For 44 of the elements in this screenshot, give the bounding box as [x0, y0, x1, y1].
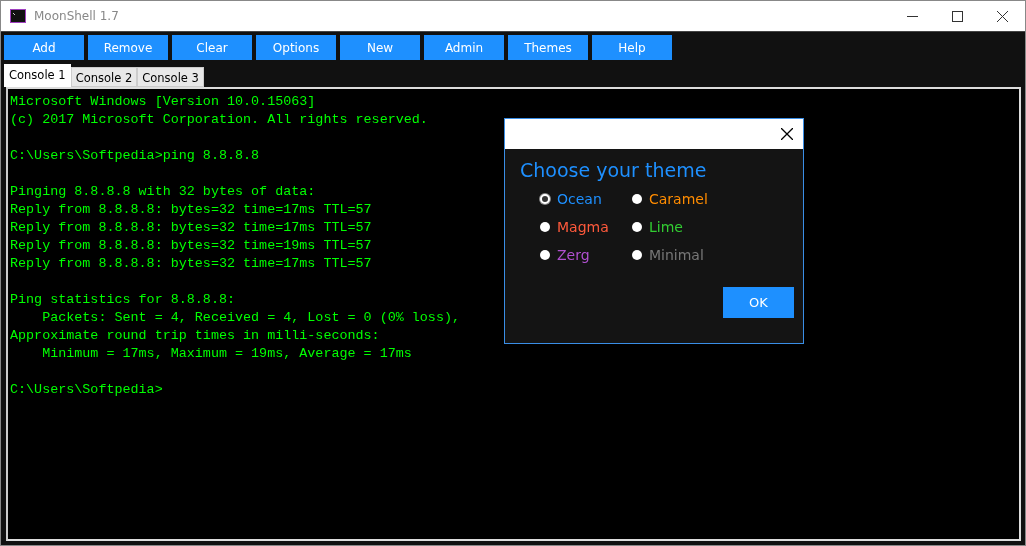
console-line: Pinging 8.8.8.8 with 32 bytes of data:: [10, 183, 316, 201]
console-line: Minimum = 17ms, Maximum = 19ms, Average = 17ms: [41, 345, 412, 363]
close-icon[interactable]: [781, 128, 793, 140]
radio-button[interactable]: [632, 250, 642, 260]
console-line: Approximate round trip times in milli-seconds:: [10, 327, 380, 345]
radio-button[interactable]: [540, 194, 550, 204]
console-line: Reply from 8.8.8.8: bytes=32 time=17ms TTL=57: [10, 255, 372, 273]
radio-button[interactable]: [632, 222, 642, 232]
close-icon[interactable]: [997, 10, 1008, 22]
theme-option-label[interactable]: Magma: [557, 219, 609, 235]
toolbar-button[interactable]: Options: [256, 35, 336, 60]
terminal-icon: [10, 9, 26, 23]
toolbar-button[interactable]: Remove: [88, 35, 168, 60]
console-line: Reply from 8.8.8.8: bytes=32 time=19ms TTL=57: [10, 237, 372, 255]
console-line: C:\Users\Softpedia>: [10, 381, 163, 399]
toolbar-button[interactable]: Clear: [172, 35, 252, 60]
theme-option-label[interactable]: Zerg: [557, 247, 590, 263]
theme-option-label[interactable]: Lime: [649, 219, 683, 235]
console-tab[interactable]: Console 2: [70, 67, 138, 87]
console-line: Ping statistics for 8.8.8.8:: [10, 291, 235, 309]
theme-option-label[interactable]: Ocean: [557, 191, 602, 207]
radio-button[interactable]: [540, 222, 550, 232]
toolbar-button[interactable]: Help: [592, 35, 672, 60]
console-line: Packets: Sent = 4, Received = 4, Lost = 0 (0% loss),: [41, 309, 460, 327]
toolbar-button[interactable]: Admin: [424, 35, 504, 60]
console-line: C:\Users\Softpedia>ping 8.8.8.8: [10, 147, 260, 165]
toolbar-button[interactable]: Themes: [508, 35, 588, 60]
maximize-icon[interactable]: [952, 10, 963, 22]
ok-button[interactable]: OK: [723, 287, 794, 318]
toolbar-button[interactable]: New: [340, 35, 420, 60]
theme-option-label[interactable]: Minimal: [649, 247, 704, 263]
dialog-heading: Choose your theme: [520, 159, 708, 181]
toolbar-button[interactable]: Add: [4, 35, 84, 60]
console-tab[interactable]: Console 3: [137, 67, 204, 87]
window-title: MoonShell 1.7: [34, 9, 119, 23]
console-tab[interactable]: Console 1: [4, 64, 71, 87]
theme-option-label[interactable]: Caramel: [649, 191, 708, 207]
console-line: (c) 2017 Microsoft Corporation. All rights reserved.: [10, 111, 428, 129]
radio-button[interactable]: [540, 250, 550, 260]
minimize-icon[interactable]: [907, 15, 918, 17]
console-line: Reply from 8.8.8.8: bytes=32 time=17ms TTL=57: [10, 201, 372, 219]
console-line: Reply from 8.8.8.8: bytes=32 time=17ms TTL=57: [10, 219, 372, 237]
console-line: Microsoft Windows [Version 10.0.15063]: [10, 93, 316, 111]
radio-button[interactable]: [632, 194, 642, 204]
